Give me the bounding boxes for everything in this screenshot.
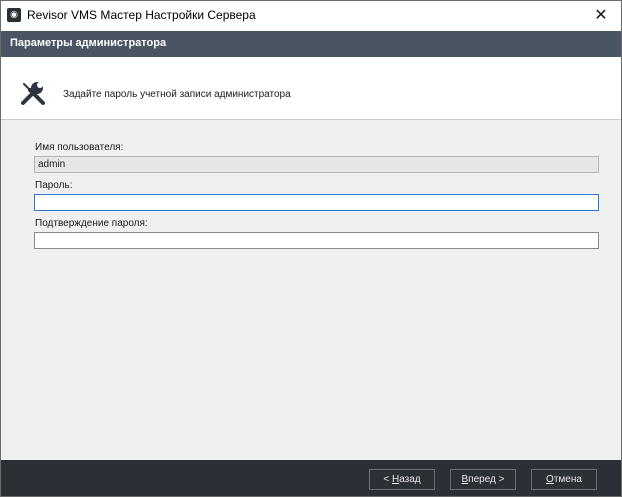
confirm-password-field[interactable] — [34, 232, 599, 249]
section-title: Параметры администратора — [10, 37, 167, 49]
tools-icon — [21, 82, 45, 105]
button-bar: < Назад Вперед > Отмена — [1, 460, 621, 496]
intro-panel: Задайте пароль учетной записи администра… — [1, 57, 621, 120]
username-field[interactable]: admin — [34, 156, 599, 173]
next-label-rest: перед > — [468, 474, 505, 485]
back-button[interactable]: < Назад — [369, 469, 435, 490]
title-bar[interactable]: ◉ Revisor VMS Мастер Настройки Сервера ✕ — [1, 1, 621, 29]
cancel-label-rest: тмена — [553, 474, 582, 485]
username-label: Имя пользователя: — [35, 142, 124, 153]
cancel-button[interactable]: Отмена — [531, 469, 597, 490]
camera-icon: ◉ — [7, 8, 21, 22]
window-title: Revisor VMS Мастер Настройки Сервера — [27, 8, 256, 22]
password-field[interactable] — [34, 194, 599, 211]
back-label-rest: азад — [399, 474, 421, 485]
cancel-accelerator: О — [546, 474, 554, 485]
next-button[interactable]: Вперед > — [450, 469, 516, 490]
wizard-window: ◉ Revisor VMS Мастер Настройки Сервера ✕… — [0, 0, 622, 497]
password-label: Пароль: — [35, 180, 73, 191]
close-button[interactable]: ✕ — [581, 1, 621, 29]
intro-text: Задайте пароль учетной записи администра… — [63, 89, 291, 100]
confirm-password-label: Подтверждение пароля: — [35, 218, 148, 229]
credentials-form: Имя пользователя: admin Пароль: Подтверж… — [1, 120, 621, 460]
back-prefix: < — [383, 474, 392, 485]
section-header: Параметры администратора — [1, 31, 621, 57]
